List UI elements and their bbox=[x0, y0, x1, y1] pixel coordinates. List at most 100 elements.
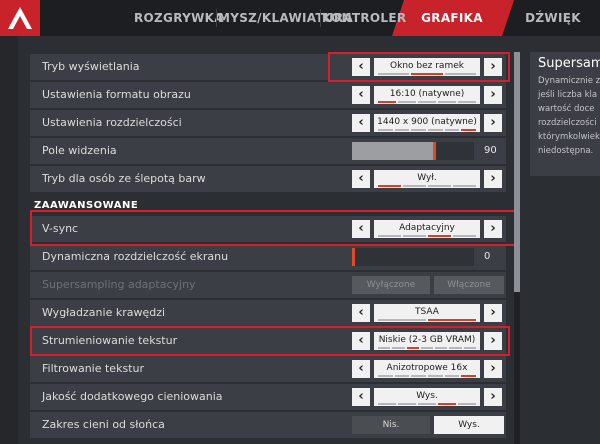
next-arrow-button[interactable]: › bbox=[484, 58, 502, 76]
dynamic-resolution-slider[interactable] bbox=[352, 248, 474, 266]
prev-arrow-button[interactable]: ‹ bbox=[352, 388, 370, 406]
description-line: którymkolwiek bbox=[538, 132, 600, 142]
setting-ambient-occlusion: Jakość dodatkowego cieniowania ‹ Wys. › bbox=[30, 384, 506, 410]
colorblind-select[interactable]: Wył. bbox=[374, 170, 480, 188]
prev-arrow-button[interactable]: ‹ bbox=[352, 170, 370, 188]
option-disabled-button: Wyłączone bbox=[352, 276, 430, 294]
settings-panel: Tryb wyświetlania ‹ Okno bez ramek › Ust… bbox=[30, 52, 514, 444]
tab-graphics[interactable]: GRAFIKA bbox=[404, 0, 500, 36]
setting-label: Tryb dla osób ze ślepotą barw bbox=[42, 172, 206, 185]
aspect-ratio-select[interactable]: 16:10 (natywne) bbox=[374, 86, 480, 104]
setting-label: V-sync bbox=[42, 222, 79, 235]
setting-antialiasing: Wygładzanie krawędzi ‹ TSAA › bbox=[30, 300, 506, 326]
slider-handle[interactable] bbox=[433, 142, 437, 160]
setting-label: Jakość dodatkowego cieniowania bbox=[42, 390, 223, 403]
dynamic-resolution-value: 0 bbox=[484, 251, 491, 262]
prev-arrow-button[interactable]: ‹ bbox=[352, 332, 370, 350]
option-ticks bbox=[378, 185, 476, 187]
setting-label: Ustawienia formatu obrazu bbox=[42, 88, 191, 101]
slider-fill bbox=[352, 142, 437, 160]
apex-logo bbox=[0, 0, 40, 36]
ambient-occlusion-select[interactable]: Wys. bbox=[374, 388, 480, 406]
option-ticks bbox=[378, 73, 476, 75]
next-arrow-button[interactable]: › bbox=[484, 304, 502, 322]
setting-label: Zakres cieni od słońca bbox=[42, 418, 165, 431]
left-edge bbox=[0, 36, 18, 444]
setting-label: Ustawienia rozdzielczości bbox=[42, 116, 182, 129]
option-ticks bbox=[378, 235, 476, 237]
select-value: Anizotropowe 16x bbox=[386, 363, 468, 373]
setting-display-mode: Tryb wyświetlania ‹ Okno bez ramek › bbox=[30, 54, 506, 80]
next-arrow-button[interactable]: › bbox=[484, 170, 502, 188]
setting-label: Wygładzanie krawędzi bbox=[42, 306, 166, 319]
option-low-button[interactable]: Nis. bbox=[352, 416, 430, 434]
prev-arrow-button[interactable]: ‹ bbox=[352, 304, 370, 322]
option-ticks bbox=[378, 403, 476, 405]
next-arrow-button[interactable]: › bbox=[484, 388, 502, 406]
prev-arrow-button[interactable]: ‹ bbox=[352, 220, 370, 238]
prev-arrow-button[interactable]: ‹ bbox=[352, 114, 370, 132]
tab-audio[interactable]: DŹWIĘK bbox=[516, 0, 590, 36]
setting-aspect-ratio: Ustawienia formatu obrazu ‹ 16:10 (natyw… bbox=[30, 82, 506, 108]
next-arrow-button[interactable]: › bbox=[484, 332, 502, 350]
resolution-select[interactable]: 1440 x 900 (natywne) bbox=[374, 114, 480, 132]
texture-filtering-select[interactable]: Anizotropowe 16x bbox=[374, 360, 480, 378]
option-ticks bbox=[378, 129, 477, 131]
setting-label: Pole widzenia bbox=[42, 144, 117, 157]
select-value: Wys. bbox=[416, 391, 438, 401]
scrollbar-thumb[interactable] bbox=[514, 52, 520, 292]
option-ticks bbox=[378, 101, 476, 103]
slider-handle[interactable] bbox=[352, 248, 355, 266]
tab-gameplay[interactable]: ROZGRYWKA bbox=[134, 0, 223, 36]
fov-slider[interactable] bbox=[352, 142, 474, 160]
texture-streaming-select[interactable]: Niskie (2-3 GB VRAM) bbox=[374, 332, 480, 350]
next-arrow-button[interactable]: › bbox=[484, 86, 502, 104]
description-line: wartość doce bbox=[538, 104, 595, 114]
option-ticks bbox=[378, 347, 476, 349]
description-line: jeśli liczba kla bbox=[538, 90, 598, 100]
setting-texture-filtering: Filtrowanie tekstur ‹ Anizotropowe 16x › bbox=[30, 356, 506, 382]
select-value: Adaptacyjny bbox=[399, 223, 455, 233]
description-line: Dynamicznie z bbox=[538, 76, 600, 86]
vsync-select[interactable]: Adaptacyjny bbox=[374, 220, 480, 238]
description-title: Supersam bbox=[538, 56, 600, 71]
next-arrow-button[interactable]: › bbox=[484, 220, 502, 238]
tab-divider bbox=[320, 9, 321, 27]
antialiasing-select[interactable]: TSAA bbox=[374, 304, 480, 322]
select-value: Niskie (2-3 GB VRAM) bbox=[378, 335, 476, 345]
apex-logo-icon bbox=[8, 7, 32, 29]
description-line: rozdzielczości bbox=[538, 118, 597, 128]
section-heading-advanced: ZAAWANSOWANE bbox=[34, 200, 139, 211]
setting-label: Supersampling adaptacyjny bbox=[42, 278, 196, 291]
next-arrow-button[interactable]: › bbox=[484, 114, 502, 132]
prev-arrow-button[interactable]: ‹ bbox=[352, 58, 370, 76]
select-value: 16:10 (natywne) bbox=[389, 89, 465, 99]
tab-divider bbox=[216, 9, 217, 27]
select-value: Wył. bbox=[417, 173, 437, 183]
select-value: TSAA bbox=[415, 307, 439, 317]
settings-scrollbar[interactable] bbox=[514, 52, 520, 444]
next-arrow-button[interactable]: › bbox=[484, 360, 502, 378]
select-value: 1440 x 900 (natywne) bbox=[377, 117, 477, 127]
prev-arrow-button[interactable]: ‹ bbox=[352, 86, 370, 104]
fov-value: 90 bbox=[484, 145, 497, 156]
description-line: niedostępna. bbox=[538, 146, 594, 156]
option-ticks bbox=[378, 319, 476, 321]
setting-adaptive-supersampling: Supersampling adaptacyjny Wyłączone Włąc… bbox=[30, 272, 506, 298]
select-value: Okno bez ramek bbox=[390, 61, 464, 71]
option-high-button[interactable]: Wys. bbox=[434, 416, 504, 434]
setting-label: Tryb wyświetlania bbox=[42, 60, 140, 73]
display-mode-select[interactable]: Okno bez ramek bbox=[374, 58, 480, 76]
setting-label: Dynamiczna rozdzielczość ekranu bbox=[42, 250, 229, 263]
setting-resolution: Ustawienia rozdzielczości ‹ 1440 x 900 (… bbox=[30, 110, 506, 136]
setting-colorblind: Tryb dla osób ze ślepotą barw ‹ Wył. › bbox=[30, 166, 506, 192]
tab-controller[interactable]: KONTROLER bbox=[322, 0, 406, 36]
description-panel: Supersam Dynamicznie z jeśli liczba kla … bbox=[530, 52, 600, 176]
setting-vsync: V-sync ‹ Adaptacyjny › bbox=[30, 216, 506, 242]
prev-arrow-button[interactable]: ‹ bbox=[352, 360, 370, 378]
option-ticks bbox=[378, 375, 477, 377]
setting-texture-streaming: Strumieniowanie tekstur ‹ Niskie (2-3 GB… bbox=[30, 328, 506, 354]
setting-dynamic-resolution: Dynamiczna rozdzielczość ekranu 0 bbox=[30, 244, 506, 270]
tab-mouse-keyboard[interactable]: MYSZ/KLAWIATURA bbox=[218, 0, 353, 36]
setting-label: Strumieniowanie tekstur bbox=[42, 334, 178, 347]
